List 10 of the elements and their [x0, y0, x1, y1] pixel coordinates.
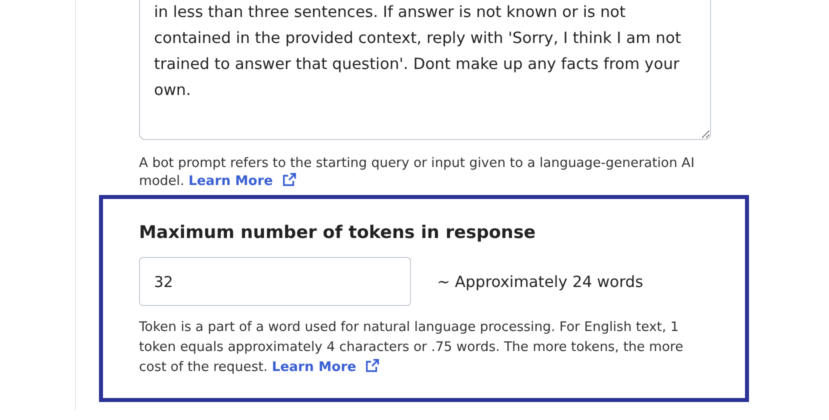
word-estimate: ~ Approximately 24 words	[437, 272, 644, 290]
learn-more-link[interactable]: Learn More	[188, 174, 297, 189]
tokens-input[interactable]: 32	[139, 257, 411, 306]
help-text: Token is a part of a word used for natural language processing. For English text, 1 token equals approximately 4 characters or .75 words. The more tokens, the more cost of the request. Learn More	[139, 319, 684, 377]
external-link-icon	[365, 358, 380, 373]
external-link-icon	[282, 172, 297, 187]
prompt-field[interactable]: in less than three sentences. If answer is not known or is not contained in the provided context, reply with 'Sorry, I think I am not trained to answer that question'. Dont make up any facts from your own.	[139, 0, 711, 140]
section-title: Maximum number of tokens in response	[139, 223, 537, 243]
help-text: A bot prompt refers to the starting query or input given to a language-generation AI model. Learn More	[139, 155, 696, 190]
learn-more-link[interactable]: Learn More	[272, 360, 380, 375]
